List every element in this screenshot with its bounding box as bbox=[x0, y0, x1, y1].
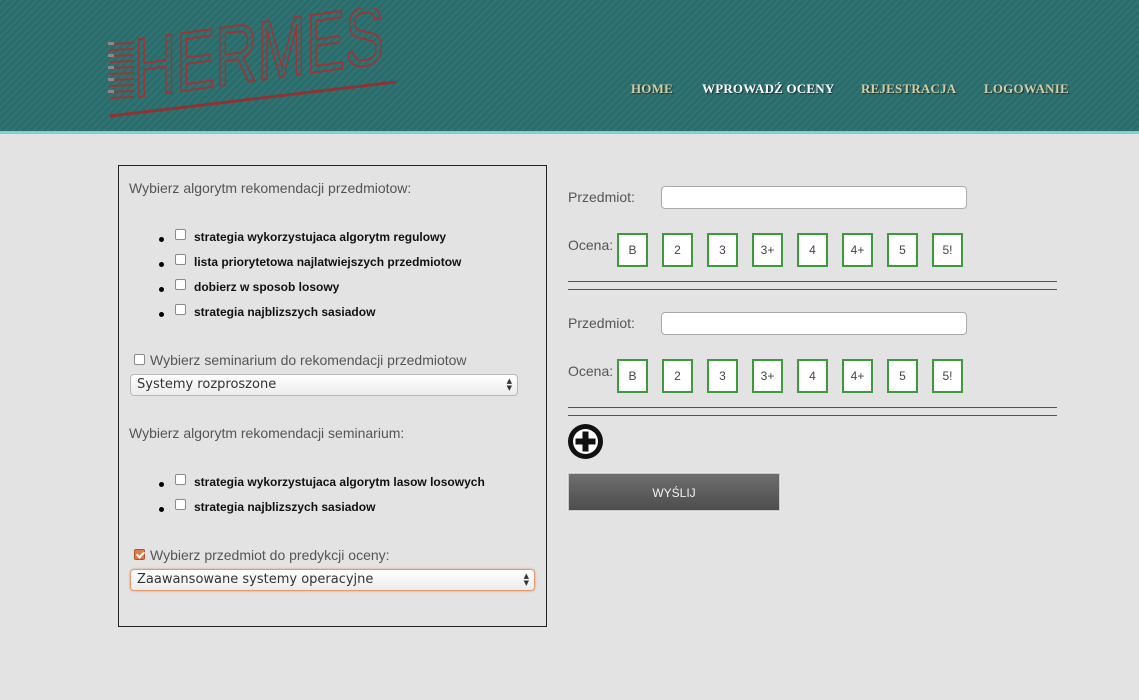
seminar-algorithm-options: strategia wykorzystujaca algorytm lasow … bbox=[119, 473, 539, 523]
list-item: strategia najblizszych sasiadow bbox=[119, 303, 539, 328]
list-item: lista priorytetowa najlatwiejszych przed… bbox=[119, 253, 539, 278]
grade-button[interactable]: 2 bbox=[662, 233, 693, 267]
prediction-checkbox[interactable] bbox=[134, 549, 145, 560]
prediction-select-value: Zaawansowane systemy operacyjne bbox=[137, 572, 374, 587]
option-label: strategia wykorzystujaca algorytm regulo… bbox=[194, 230, 447, 244]
option-label: strategia najblizszych sasiadow bbox=[194, 305, 376, 319]
bullet bbox=[159, 287, 164, 292]
list-item: dobierz w sposob losowy bbox=[119, 278, 539, 303]
grade-label: Ocena: bbox=[568, 237, 614, 253]
hermes-logo[interactable]: HERMES bbox=[104, 0, 404, 123]
grade-button[interactable]: 5 bbox=[887, 233, 918, 267]
select-arrows-icon: ▲ ▼ bbox=[506, 377, 512, 392]
plus-circle-icon bbox=[569, 425, 602, 458]
site-header: HERMES HOME WPROWADŹ OCENY REJESTRACJA L… bbox=[0, 0, 1139, 134]
divider bbox=[568, 407, 1057, 408]
checkbox[interactable] bbox=[175, 499, 186, 510]
checkbox[interactable] bbox=[175, 229, 186, 240]
divider bbox=[568, 415, 1057, 416]
seminar-checkbox-label: Wybierz seminarium do rekomendacji przed… bbox=[150, 352, 467, 368]
grade-button[interactable]: 4+ bbox=[842, 233, 873, 267]
subject-input[interactable] bbox=[661, 312, 967, 335]
seminar-algorithm-heading: Wybierz algorytm rekomendacji seminarium… bbox=[129, 425, 405, 441]
subject-label: Przedmiot: bbox=[568, 189, 635, 205]
grade-button[interactable]: 4+ bbox=[842, 359, 873, 393]
checkbox[interactable] bbox=[175, 474, 186, 485]
subject-label: Przedmiot: bbox=[568, 315, 635, 331]
grade-button[interactable]: 3 bbox=[707, 359, 738, 393]
hermes-logo-image: HERMES bbox=[108, 0, 397, 118]
submit-button[interactable]: WYŚLIJ bbox=[568, 473, 780, 511]
list-item: strategia wykorzystujaca algorytm regulo… bbox=[119, 228, 539, 253]
add-entry-button[interactable] bbox=[568, 424, 603, 459]
grade-button[interactable]: B bbox=[617, 359, 648, 393]
select-arrows-icon: ▲ ▼ bbox=[523, 572, 529, 587]
grade-button[interactable]: 4 bbox=[797, 359, 828, 393]
bullet bbox=[159, 312, 164, 317]
nav-enter-grades[interactable]: WPROWADŹ OCENY bbox=[702, 81, 834, 97]
list-item: strategia najblizszych sasiadow bbox=[119, 498, 539, 523]
grade-button[interactable]: 5! bbox=[932, 359, 963, 393]
grade-button[interactable]: 2 bbox=[662, 359, 693, 393]
grade-label: Ocena: bbox=[568, 363, 614, 379]
course-algorithm-heading: Wybierz algorytm rekomendacji przedmioto… bbox=[129, 180, 412, 196]
subject-input[interactable] bbox=[661, 186, 967, 209]
checkbox[interactable] bbox=[175, 254, 186, 265]
prediction-select[interactable]: Zaawansowane systemy operacyjne ▲ ▼ bbox=[130, 569, 535, 591]
grade-button[interactable]: 3+ bbox=[752, 359, 783, 393]
option-label: strategia wykorzystujaca algorytm lasow … bbox=[194, 475, 485, 489]
recommendation-settings-panel: Wybierz algorytm rekomendacji przedmioto… bbox=[118, 165, 547, 627]
seminar-select-value: Systemy rozproszone bbox=[137, 377, 277, 392]
seminar-select[interactable]: Systemy rozproszone ▲ ▼ bbox=[130, 374, 518, 396]
option-label: strategia najblizszych sasiadow bbox=[194, 500, 376, 514]
list-item: strategia wykorzystujaca algorytm lasow … bbox=[119, 473, 539, 498]
divider bbox=[568, 289, 1057, 290]
grade-button[interactable]: 3 bbox=[707, 233, 738, 267]
grade-button[interactable]: 4 bbox=[797, 233, 828, 267]
option-label: dobierz w sposob losowy bbox=[194, 280, 340, 294]
checkbox[interactable] bbox=[175, 279, 186, 290]
bullet bbox=[159, 482, 164, 487]
bullet bbox=[159, 262, 164, 267]
checkbox[interactable] bbox=[175, 304, 186, 315]
course-algorithm-options: strategia wykorzystujaca algorytm regulo… bbox=[119, 228, 539, 328]
nav-registration[interactable]: REJESTRACJA bbox=[861, 81, 956, 97]
option-label: lista priorytetowa najlatwiejszych przed… bbox=[194, 255, 462, 269]
nav-home[interactable]: HOME bbox=[631, 81, 673, 97]
prediction-checkbox-label: Wybierz przedmiot do predykcji oceny: bbox=[150, 547, 390, 563]
bullet bbox=[159, 237, 164, 242]
seminar-checkbox[interactable] bbox=[134, 354, 145, 365]
main-nav: HOME WPROWADŹ OCENY REJESTRACJA LOGOWANI… bbox=[0, 81, 1139, 101]
grade-button[interactable]: B bbox=[617, 233, 648, 267]
grade-button[interactable]: 5! bbox=[932, 233, 963, 267]
grade-button[interactable]: 5 bbox=[887, 359, 918, 393]
bullet bbox=[159, 507, 164, 512]
nav-login[interactable]: LOGOWANIE bbox=[984, 81, 1069, 97]
grade-button[interactable]: 3+ bbox=[752, 233, 783, 267]
divider bbox=[568, 281, 1057, 282]
